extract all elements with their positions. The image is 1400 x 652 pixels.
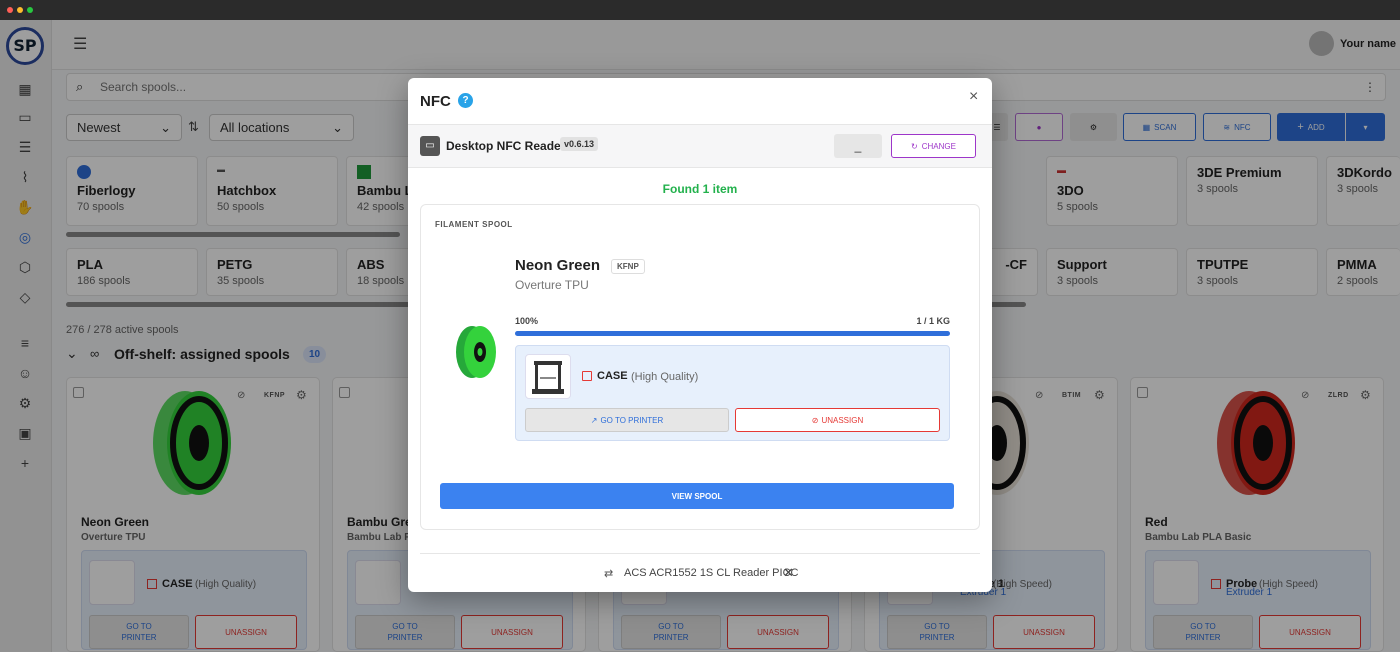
- close-icon[interactable]: ×: [969, 88, 978, 106]
- printer-name: CASE: [597, 370, 628, 382]
- disconnect-device-icon[interactable]: ✕: [783, 565, 794, 581]
- go-to-printer-label: GO TO PRINTER: [600, 415, 664, 425]
- section-label: FILAMENT SPOOL: [435, 220, 513, 229]
- printer-quality: (High Quality): [631, 371, 699, 383]
- zoom-window-icon[interactable]: [27, 7, 33, 13]
- usb-icon: ⇄: [604, 568, 614, 580]
- minimize-window-icon[interactable]: [17, 7, 23, 13]
- remaining-weight: 1 / 1 KG: [916, 316, 950, 326]
- remaining-progress: [515, 331, 950, 336]
- reader-version-badge: v0.6.13: [560, 137, 599, 151]
- close-window-icon[interactable]: [7, 7, 13, 13]
- computer-icon: ▭: [420, 136, 440, 156]
- refresh-icon: ↻: [911, 141, 918, 151]
- go-to-printer-button[interactable]: ↗ GO TO PRINTER: [525, 408, 729, 432]
- view-spool-button[interactable]: VIEW SPOOL: [440, 483, 954, 509]
- minimize-button[interactable]: _: [834, 134, 882, 158]
- unlink-icon: ⊘: [811, 415, 819, 425]
- spool-brand: Overture TPU: [515, 278, 589, 292]
- reader-name: Desktop NFC Reader: [446, 139, 566, 153]
- help-icon[interactable]: ?: [458, 93, 473, 108]
- remaining-percent: 100%: [515, 316, 539, 326]
- nfc-device-name: ACS ACR1552 1S CL Reader PICC: [624, 567, 799, 579]
- printer-status-icon: [582, 371, 592, 381]
- dialog-title: NFC: [420, 93, 451, 110]
- window-titlebar: [0, 0, 1400, 20]
- change-label: CHANGE: [921, 141, 956, 151]
- spool-code-badge: KFNP: [611, 259, 645, 274]
- nfc-dialog: NFC ? × ▭ Desktop NFC Reader v0.6.13 _ ↻…: [408, 78, 992, 592]
- printer-image: [525, 354, 571, 399]
- unassign-label: UNASSIGN: [821, 415, 864, 425]
- spool-name: Neon Green: [515, 257, 601, 274]
- external-link-icon: ↗: [590, 415, 598, 425]
- change-reader-button[interactable]: ↻ CHANGE: [891, 134, 976, 158]
- remaining-progress-fill: [515, 331, 950, 336]
- spool-image: [456, 326, 496, 378]
- unassign-button[interactable]: ⊘ UNASSIGN: [735, 408, 940, 432]
- found-status: Found 1 item: [662, 182, 738, 196]
- divider: [420, 553, 980, 554]
